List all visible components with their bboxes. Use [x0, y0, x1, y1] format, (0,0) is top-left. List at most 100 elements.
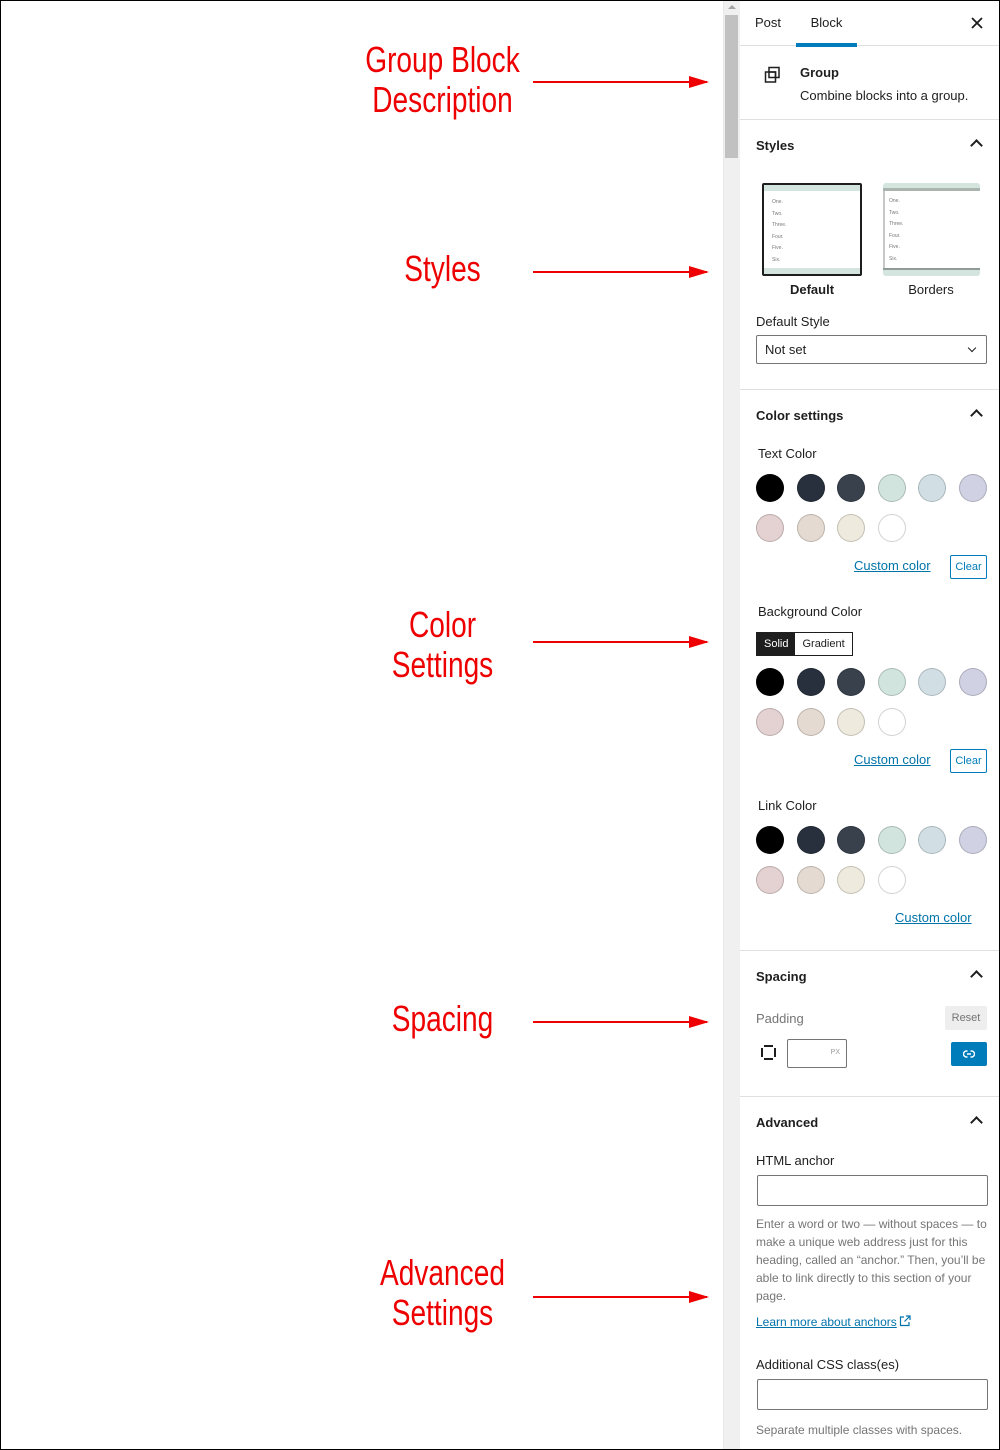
color-swatch[interactable]: [837, 826, 866, 854]
box-sides-icon: [761, 1045, 776, 1060]
color-settings-title[interactable]: Color settings: [756, 408, 843, 423]
text-custom-color-link[interactable]: Custom color: [854, 558, 931, 573]
css-class-help: Separate multiple classes with spaces.: [756, 1423, 963, 1437]
color-swatch[interactable]: [877, 668, 906, 696]
preview-line: Two.: [772, 210, 783, 217]
preview-border: [883, 191, 885, 268]
scrollbar-thumb[interactable]: [725, 15, 738, 158]
color-swatch[interactable]: [918, 826, 947, 854]
color-swatch[interactable]: [756, 474, 784, 502]
style-label-default[interactable]: Default: [762, 282, 862, 297]
preview-band: [764, 268, 860, 274]
sidebar-tabs: Post Block: [740, 1, 999, 47]
color-swatch[interactable]: [877, 826, 906, 854]
learn-more-anchors-link[interactable]: Learn more about anchors: [756, 1315, 897, 1329]
background-type-toggle: Solid Gradient: [756, 632, 853, 656]
padding-label: Padding: [756, 1011, 804, 1026]
close-button[interactable]: [971, 13, 983, 33]
color-swatch[interactable]: [796, 514, 825, 542]
preview-band: [764, 185, 860, 191]
color-swatch[interactable]: [756, 826, 784, 854]
preview-line: Six.: [772, 256, 781, 263]
color-swatch[interactable]: [877, 514, 906, 542]
color-swatch[interactable]: [796, 668, 825, 696]
annotation-group-block-description: Group Block Description: [355, 40, 531, 120]
color-swatch[interactable]: [796, 708, 825, 736]
text-color-clear-button[interactable]: Clear: [950, 555, 987, 579]
style-option-default[interactable]: One. Two. Three. Four. Five. Six.: [762, 183, 862, 276]
preview-line: Three.: [889, 221, 904, 227]
color-settings-panel: Color settings Text Color Custom color C…: [740, 390, 999, 951]
tab-block[interactable]: Block: [796, 1, 857, 47]
color-swatch[interactable]: [837, 866, 866, 894]
scroll-up-arrow-icon[interactable]: [728, 5, 736, 9]
padding-reset-button[interactable]: Reset: [945, 1006, 987, 1030]
style-preview-lines: One. Two. Three. Four. Five. Six.: [772, 197, 786, 266]
preview-line: Four.: [772, 233, 784, 240]
annotation-line: Settings: [391, 1292, 494, 1333]
group-icon: [764, 66, 780, 83]
block-settings-sidebar: Post Block Group Combine blocks into a g…: [740, 1, 999, 1449]
color-swatch[interactable]: [756, 708, 784, 736]
color-swatch[interactable]: [877, 866, 906, 894]
learn-more-text: Learn more about anchors: [756, 1315, 897, 1329]
annotation-styles: Styles: [355, 249, 531, 289]
preview-band: [883, 268, 980, 276]
background-custom-color-link[interactable]: Custom color: [854, 752, 931, 767]
preview-line: Three.: [772, 222, 787, 228]
color-swatch[interactable]: [837, 474, 866, 502]
scrollbar[interactable]: [723, 1, 740, 1449]
link-color-label: Link Color: [758, 798, 817, 813]
color-swatch[interactable]: [877, 474, 906, 502]
html-anchor-help: Enter a word or two — without spaces — t…: [756, 1217, 987, 1303]
color-swatch[interactable]: [959, 474, 987, 502]
color-swatch[interactable]: [837, 668, 866, 696]
external-link-icon: [899, 1315, 911, 1327]
annotation-arrow: [533, 76, 709, 88]
spacing-title[interactable]: Spacing: [756, 969, 807, 984]
styles-panel-title[interactable]: Styles: [756, 138, 794, 153]
chevron-up-icon[interactable]: [970, 409, 983, 422]
default-style-select[interactable]: Not set: [756, 335, 987, 364]
color-swatch[interactable]: [796, 474, 825, 502]
color-swatch[interactable]: [959, 668, 987, 696]
color-swatch[interactable]: [877, 708, 906, 736]
annotation-advanced-settings: Advanced Settings: [355, 1253, 531, 1333]
padding-input[interactable]: PX: [787, 1039, 847, 1068]
style-preview-lines: One. Two. Three. Four. Five. Six.: [889, 196, 903, 265]
color-swatch[interactable]: [837, 708, 866, 736]
annotation-line: Advanced: [380, 1252, 505, 1293]
chevron-up-icon[interactable]: [970, 139, 983, 152]
color-swatch[interactable]: [756, 514, 784, 542]
color-swatch[interactable]: [918, 668, 947, 696]
style-label-borders[interactable]: Borders: [881, 282, 981, 297]
tab-gradient[interactable]: Gradient: [795, 633, 851, 655]
advanced-panel: Advanced HTML anchor Enter a word or two…: [740, 1097, 999, 1449]
preview-band: [883, 183, 980, 191]
annotation-spacing: Spacing: [355, 999, 531, 1039]
background-color-clear-button[interactable]: Clear: [950, 749, 987, 773]
styles-panel: Styles One. Two. Three. Four. Five. Six.…: [740, 120, 999, 390]
color-swatch[interactable]: [959, 826, 987, 854]
link-custom-color-link[interactable]: Custom color: [895, 910, 972, 925]
annotation-color-settings: Color Settings: [355, 605, 531, 685]
color-swatch[interactable]: [837, 514, 866, 542]
html-anchor-input[interactable]: [757, 1175, 988, 1206]
color-swatch[interactable]: [918, 474, 947, 502]
annotation-line: Group Block: [365, 39, 520, 80]
advanced-title[interactable]: Advanced: [756, 1115, 818, 1130]
preview-line: Five.: [772, 245, 783, 251]
chevron-up-icon[interactable]: [970, 970, 983, 983]
css-class-input[interactable]: [757, 1379, 988, 1410]
color-swatch[interactable]: [756, 866, 784, 894]
style-option-borders[interactable]: One. Two. Three. Four. Five. Six.: [883, 183, 980, 276]
chevron-up-icon[interactable]: [970, 1116, 983, 1129]
background-color-label: Background Color: [758, 604, 863, 619]
tab-post[interactable]: Post: [755, 1, 781, 46]
tab-solid[interactable]: Solid: [757, 633, 796, 655]
color-swatch[interactable]: [796, 826, 825, 854]
color-swatch[interactable]: [756, 668, 784, 696]
link-sides-button[interactable]: [951, 1042, 987, 1066]
annotation-line: Settings: [391, 644, 494, 685]
color-swatch[interactable]: [796, 866, 825, 894]
